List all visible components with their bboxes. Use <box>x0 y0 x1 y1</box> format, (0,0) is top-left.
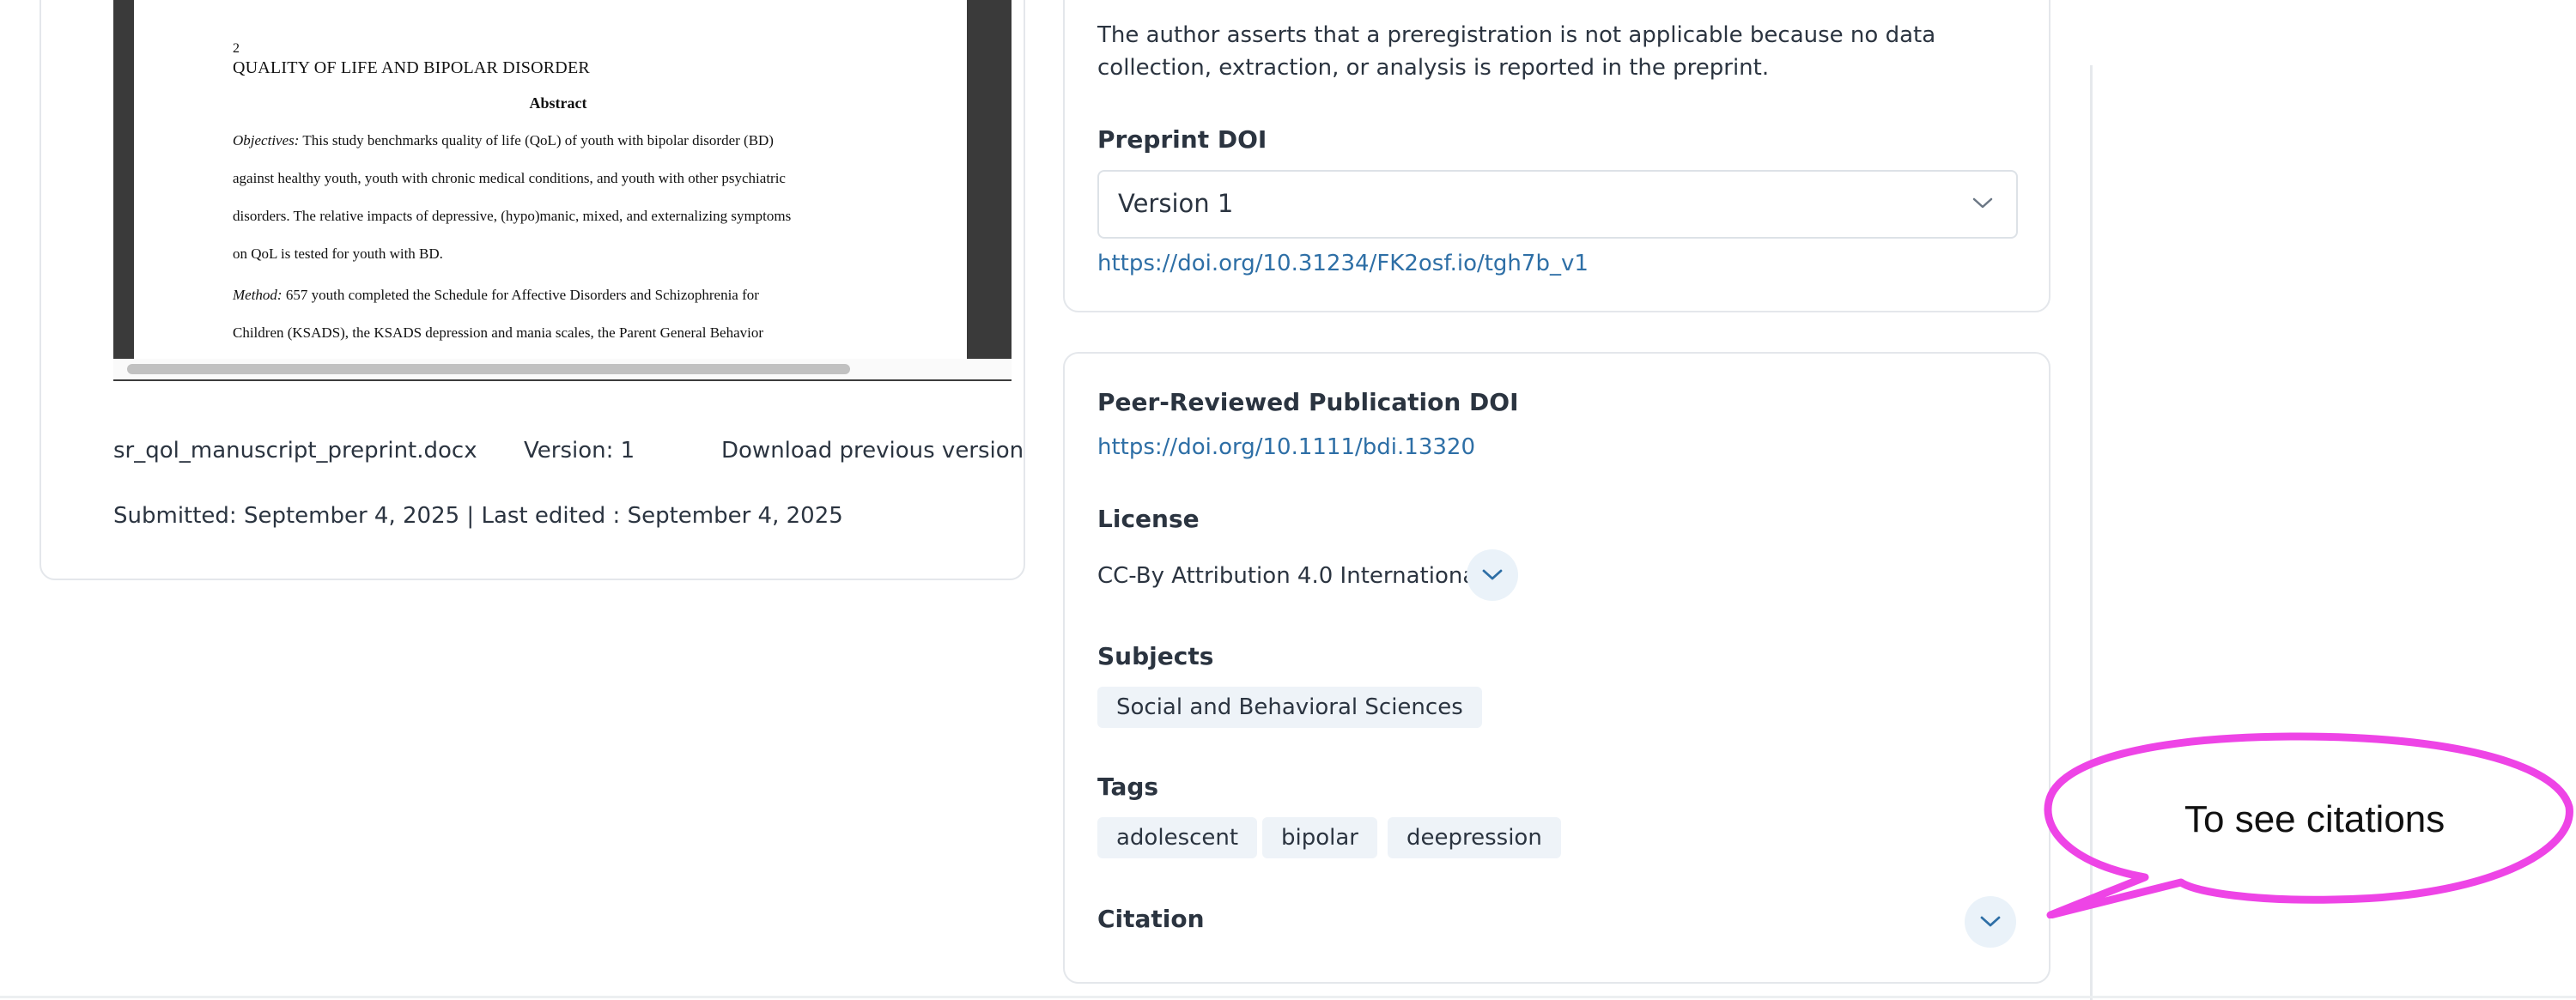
tag-chip[interactable]: deepression <box>1388 817 1561 858</box>
document-page: 2 QUALITY OF LIFE AND BIPOLAR DISORDER A… <box>134 0 967 359</box>
license-label: License <box>1097 505 1200 533</box>
subjects-label: Subjects <box>1097 642 1214 670</box>
doc-line: Objectives: This study benchmarks qualit… <box>233 132 774 148</box>
doc-running-head: QUALITY OF LIFE AND BIPOLAR DISORDER <box>233 58 590 77</box>
peer-reviewed-doi-link[interactable]: https://doi.org/10.1111/bdi.13320 <box>1097 434 1475 460</box>
doc-line: disorders. The relative impacts of depre… <box>233 208 792 224</box>
preprint-doi-link[interactable]: https://doi.org/10.31234/FK2osf.io/tgh7b… <box>1097 251 1589 276</box>
license-value: CC-By Attribution 4.0 International <box>1097 563 1483 589</box>
citation-expand-button[interactable] <box>1965 896 2016 948</box>
file-preview-card: 2 QUALITY OF LIFE AND BIPOLAR DISORDER A… <box>39 0 1025 580</box>
doc-line: Children (KSADS), the KSADS depression a… <box>233 324 764 341</box>
horizontal-scrollbar[interactable] <box>113 359 1012 381</box>
subject-chip[interactable]: Social and Behavioral Sciences <box>1097 687 1482 728</box>
doc-line: on QoL is tested for youth with BD. <box>233 245 443 262</box>
submission-dates: Submitted: September 4, 2025 | Last edit… <box>113 503 843 529</box>
preregistration-text: The author asserts that a preregistratio… <box>1097 22 1936 81</box>
doc-abstract-heading: Abstract <box>529 94 587 112</box>
doc-line: against healthy youth, youth with chroni… <box>233 170 786 186</box>
chevron-down-icon <box>1482 569 1503 580</box>
license-expand-button[interactable] <box>1467 549 1518 601</box>
chevron-down-icon <box>1971 196 1994 215</box>
file-name: sr_qol_manuscript_preprint.docx <box>113 438 477 464</box>
download-previous-version-link[interactable]: Download previous version <box>721 438 1024 464</box>
annotation-text: To see citations <box>2184 798 2445 840</box>
scrollbar-thumb[interactable] <box>127 364 850 374</box>
preprint-info-card: The author asserts that a preregistratio… <box>1063 0 2050 312</box>
tags-label: Tags <box>1097 773 1159 801</box>
version-select-value: Version 1 <box>1118 189 1234 218</box>
doc-page-number: 2 <box>233 41 240 56</box>
chevron-down-icon <box>1980 916 2001 927</box>
bottom-divider <box>0 996 2576 998</box>
doc-line: Method: 657 youth completed the Schedule… <box>233 287 759 303</box>
tag-chip[interactable]: adolescent <box>1097 817 1258 858</box>
publication-details-card: Peer-Reviewed Publication DOI https://do… <box>1063 352 2050 984</box>
version-select[interactable]: Version 1 <box>1097 170 2018 239</box>
file-version: Version: 1 <box>524 438 635 464</box>
document-viewer[interactable]: 2 QUALITY OF LIFE AND BIPOLAR DISORDER A… <box>113 0 1012 359</box>
citation-label: Citation <box>1097 905 1205 933</box>
peer-reviewed-doi-label: Peer-Reviewed Publication DOI <box>1097 388 1519 416</box>
tag-chip[interactable]: bipolar <box>1262 817 1377 858</box>
preprint-doi-label: Preprint DOI <box>1097 125 1267 154</box>
